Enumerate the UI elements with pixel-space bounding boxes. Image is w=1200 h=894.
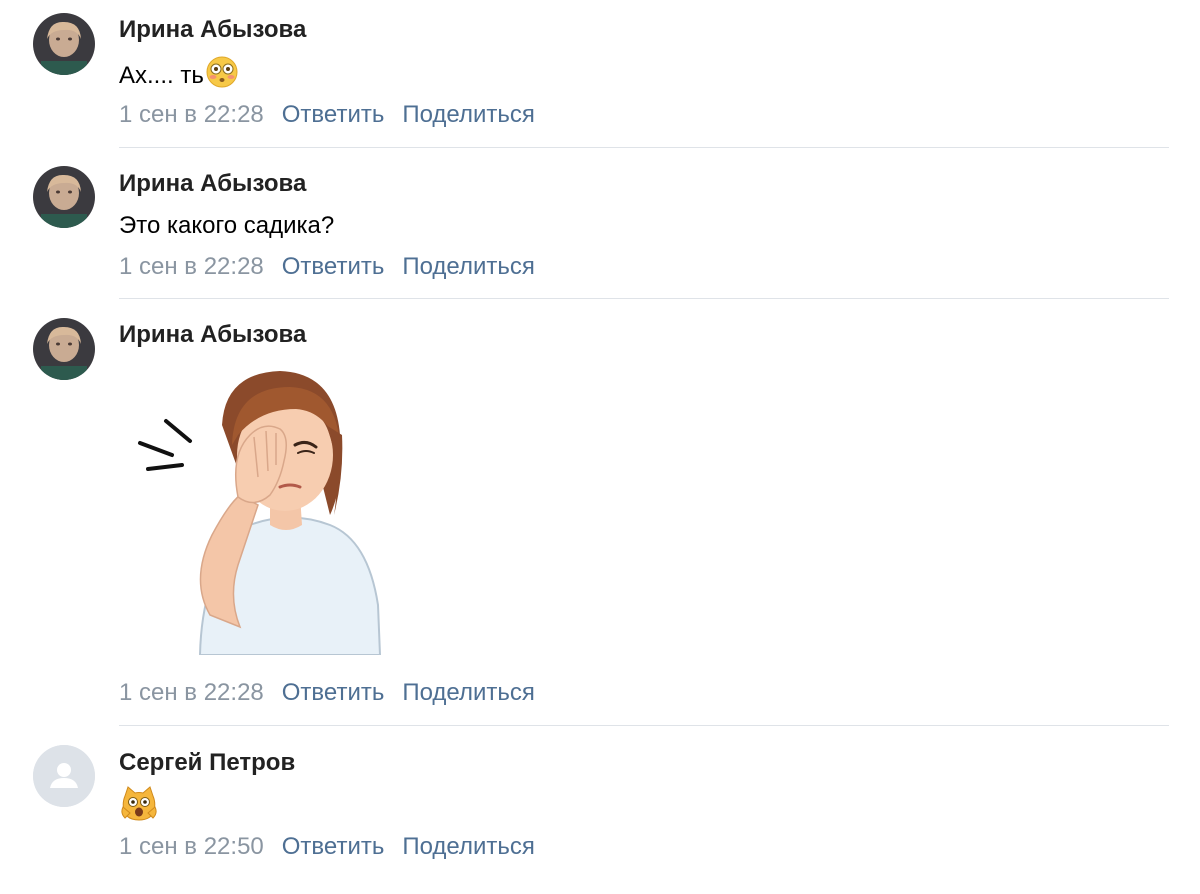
comment-text: Ах.... ть xyxy=(119,55,239,96)
user-avatar[interactable] xyxy=(33,745,95,807)
reply-link[interactable]: Ответить xyxy=(282,833,385,861)
comment-meta: 1 сен в 22:50 Ответить Поделиться xyxy=(119,833,535,861)
comment-text-content: Ах.... ть xyxy=(119,61,204,89)
reply-link[interactable]: Ответить xyxy=(282,253,385,281)
avatar-photo-icon xyxy=(33,318,95,380)
comments-list: Ирина Абызова Ах.... ть 1 сен в 22:28 От… xyxy=(0,0,1200,894)
comment-divider xyxy=(119,147,1169,148)
comment-meta: 1 сен в 22:28 Ответить Поделиться xyxy=(119,101,535,129)
comment-author[interactable]: Ирина Абызова xyxy=(119,170,306,198)
screaming-cat-emoji-icon xyxy=(120,785,158,830)
flushed-face-emoji-icon xyxy=(205,55,239,96)
comment-author[interactable]: Ирина Абызова xyxy=(119,321,306,349)
user-avatar[interactable] xyxy=(33,166,95,228)
comment-timestamp[interactable]: 1 сен в 22:28 xyxy=(119,253,264,281)
comment-author[interactable]: Сергей Петров xyxy=(119,749,295,777)
share-link[interactable]: Поделиться xyxy=(402,101,535,129)
share-link[interactable]: Поделиться xyxy=(402,253,535,281)
reply-link[interactable]: Ответить xyxy=(282,101,385,129)
comment-divider xyxy=(119,298,1169,299)
comment-timestamp[interactable]: 1 сен в 22:28 xyxy=(119,101,264,129)
avatar-photo-icon xyxy=(33,13,95,75)
comment-text: Это какого садика? xyxy=(119,212,334,240)
comment-meta: 1 сен в 22:28 Ответить Поделиться xyxy=(119,679,535,707)
comment-author[interactable]: Ирина Абызова xyxy=(119,16,306,44)
reply-link[interactable]: Ответить xyxy=(282,679,385,707)
default-user-icon xyxy=(33,745,95,807)
comment-text xyxy=(119,785,158,830)
comment-timestamp[interactable]: 1 сен в 22:28 xyxy=(119,679,264,707)
share-link[interactable]: Поделиться xyxy=(402,833,535,861)
comment-timestamp[interactable]: 1 сен в 22:50 xyxy=(119,833,264,861)
comment-divider xyxy=(119,725,1169,726)
comment-text-content: Это какого садика? xyxy=(119,212,335,239)
user-avatar[interactable] xyxy=(33,13,95,75)
user-avatar[interactable] xyxy=(33,318,95,380)
avatar-photo-icon xyxy=(33,166,95,228)
share-link[interactable]: Поделиться xyxy=(402,679,535,707)
comment-meta: 1 сен в 22:28 Ответить Поделиться xyxy=(119,253,535,281)
facepalm-woman-sticker[interactable] xyxy=(130,365,390,656)
